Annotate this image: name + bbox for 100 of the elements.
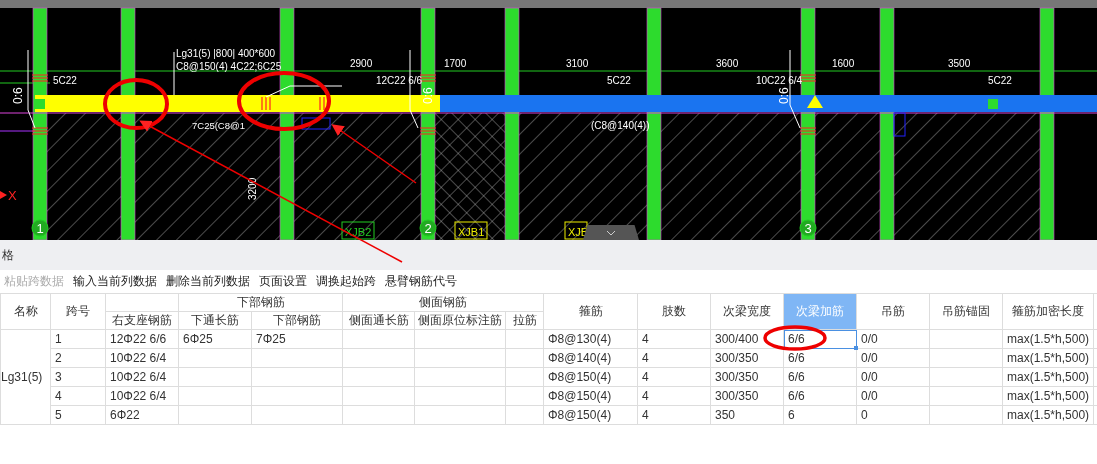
marker-square [988, 99, 998, 109]
table-cell: 6 [783, 405, 857, 425]
selected-cell[interactable]: 6/6 [783, 329, 857, 349]
opening-outline [301, 117, 331, 130]
table-cell: 1 [50, 329, 106, 349]
axis-bubble: 2 [419, 219, 437, 237]
table-cell: max(1.5*h,500) [1002, 367, 1094, 387]
table-cell [505, 348, 544, 368]
table-cell: 6Φ25 [178, 329, 252, 349]
table-cell [505, 405, 544, 425]
column-header: 跨号 [50, 293, 106, 330]
rebar-marks [799, 127, 817, 135]
table-cell: Φ8@150(4) [543, 405, 638, 425]
table-cell [505, 329, 544, 349]
leader-line [173, 51, 175, 96]
panel-title: 格 [2, 246, 14, 264]
stirrup-label: 7C25(C8@1 [192, 120, 245, 131]
toolbar-button[interactable]: 输入当前列数据 [73, 273, 157, 290]
table-cell: 300/350 [710, 348, 784, 368]
group-header: 下部钢筋 [178, 293, 343, 312]
column-header[interactable]: 箍筋加密长度 [1002, 293, 1094, 330]
table-cell: 350 [710, 405, 784, 425]
table-cell: 300/350 [710, 386, 784, 406]
rebar-label: 5C22 [607, 75, 631, 86]
column-header[interactable]: 箍筋 [543, 293, 638, 330]
rebar-label: 5C22 [53, 75, 77, 86]
table-cell: Φ8@150(4) [543, 386, 638, 406]
table-cell: 12Φ22 6/6 [105, 329, 179, 349]
opening-outline [893, 112, 906, 137]
column-header: 名称 [0, 293, 51, 330]
axis-bubble: 3 [799, 219, 817, 237]
table-cell: 6/6 [783, 367, 857, 387]
ratio-label: 0:6 [11, 87, 25, 104]
table-cell: 5 [50, 405, 106, 425]
table-cell: 2 [50, 348, 106, 368]
slab-tag: XJB1 [454, 221, 488, 240]
table-cell [505, 386, 544, 406]
table-cell: max(1.5*h,500) [1002, 329, 1094, 349]
height-label: 3200 [247, 177, 258, 200]
chevron-down-icon [606, 229, 616, 236]
table-cell: 4 [637, 386, 711, 406]
toolbar-button[interactable]: 调换起始跨 [316, 273, 376, 290]
axis-arrow-icon [0, 191, 7, 199]
table-cell: 0 [856, 405, 930, 425]
table-cell: 4 [637, 367, 711, 387]
table-cell: 3 [50, 367, 106, 387]
column-header[interactable]: 吊筋锚固 [929, 293, 1003, 330]
table-cell: 7Φ25 [251, 329, 343, 349]
table-cell: 6/6 [783, 386, 857, 406]
table-cell: 0/0 [856, 386, 930, 406]
table-cell: 10Φ22 6/4 [105, 348, 179, 368]
rebar-marks [31, 74, 49, 82]
table-cell: 0/0 [856, 329, 930, 349]
toolbar-button[interactable]: 删除当前列数据 [166, 273, 250, 290]
rebar-marks [31, 127, 49, 135]
ratio-label: 0:6 [421, 87, 435, 104]
table-cell: 4 [637, 405, 711, 425]
rebar-marks [419, 127, 437, 135]
table-cell: max(1.5*h,500) [1002, 405, 1094, 425]
table-cell: 300/400 [710, 329, 784, 349]
toolbar-button[interactable]: 悬臂钢筋代号 [385, 273, 457, 290]
beam-label: Lg31(5) |800| 400*600 [176, 48, 276, 59]
ratio-label: 0:6 [777, 87, 791, 104]
table-cell: 10Φ22 6/4 [105, 367, 179, 387]
marker-square [35, 99, 45, 109]
table-cell: 4 [637, 329, 711, 349]
table-cell: Φ8@150(4) [543, 367, 638, 387]
dimension-label: 3100 [566, 58, 589, 69]
rebar-label: 5C22 [988, 75, 1012, 86]
dimension-label: 1700 [444, 58, 467, 69]
table-cell: 0/0 [856, 367, 930, 387]
slab-tag: XJB2 [341, 221, 375, 240]
table-cell: Φ8@130(4) [543, 329, 638, 349]
table-cell: Lg31(5) [0, 329, 51, 425]
dimension-label: 3500 [948, 58, 971, 69]
axis-label: X [8, 188, 17, 203]
column-header[interactable]: 吊筋 [856, 293, 930, 330]
annotation-ellipse [103, 78, 169, 130]
dimension-label: 3600 [716, 58, 739, 69]
table-cell: 4 [50, 386, 106, 406]
rebar-marks [261, 96, 271, 111]
support-triangle [807, 95, 823, 108]
table-cell: Φ8@140(4) [543, 348, 638, 368]
dimension-label: 1600 [832, 58, 855, 69]
toolbar-button[interactable]: 页面设置 [259, 273, 307, 290]
group-header: 侧面钢筋 [342, 293, 544, 312]
table-cell: 0/0 [856, 348, 930, 368]
table-cell: max(1.5*h,500) [1002, 348, 1094, 368]
table-cell: max(1.5*h,500) [1002, 386, 1094, 406]
dimension-label: 2900 [350, 58, 373, 69]
table-cell: 6/6 [783, 348, 857, 368]
table-cell [505, 367, 544, 387]
column-header[interactable]: 肢数 [637, 293, 711, 330]
table-cell: 300/350 [710, 367, 784, 387]
table-cell: 6Φ22 [105, 405, 179, 425]
annotation-ellipse [763, 325, 827, 351]
table-cell: 10Φ22 6/4 [105, 386, 179, 406]
column-header[interactable]: 次梁宽度 [710, 293, 784, 330]
table-cell: 4 [637, 348, 711, 368]
axis-bubble: 1 [31, 219, 49, 237]
